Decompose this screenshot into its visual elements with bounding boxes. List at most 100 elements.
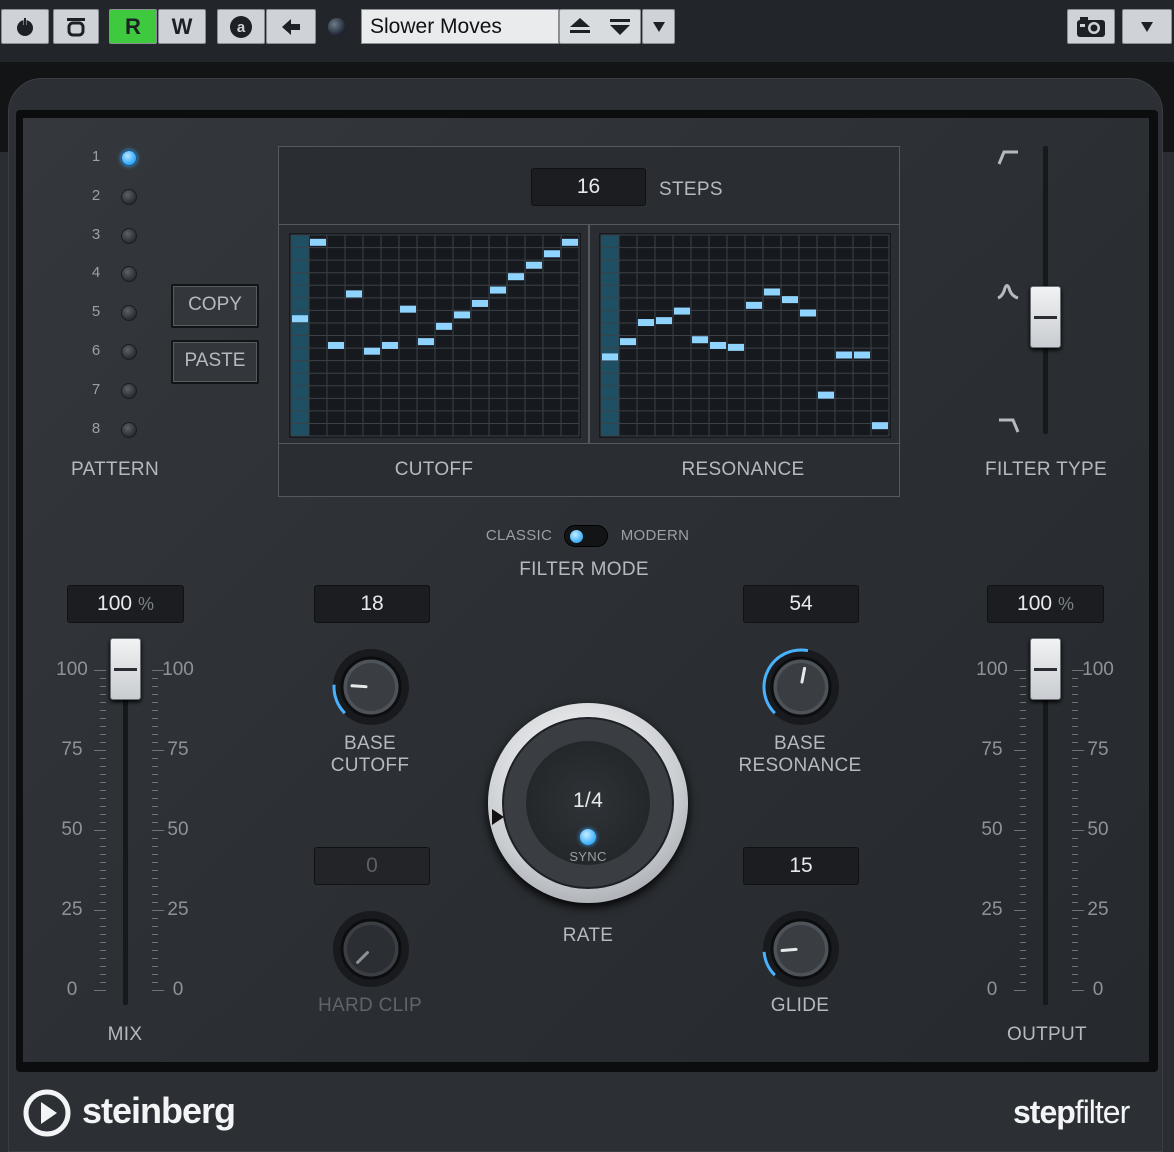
highpass-icon	[997, 150, 1018, 165]
resonance-step-12[interactable]	[800, 309, 816, 317]
scale-tick	[152, 886, 158, 887]
pattern-number-6: 6	[91, 342, 101, 359]
hard-clip-knob[interactable]	[330, 908, 412, 990]
svg-text:a: a	[237, 19, 246, 36]
grid-center-divider	[588, 225, 590, 444]
snapshot-button[interactable]	[1067, 9, 1115, 44]
resonance-step-5[interactable]	[674, 307, 690, 315]
output-fader-handle[interactable]	[1030, 638, 1061, 700]
resonance-step-15[interactable]	[854, 351, 870, 359]
host-menu-button[interactable]	[1122, 9, 1172, 44]
scale-tick	[152, 678, 158, 679]
cutoff-step-8[interactable]	[418, 338, 434, 346]
cutoff-step-7[interactable]	[400, 305, 416, 313]
resonance-step-3[interactable]	[638, 319, 654, 327]
cutoff-step-14[interactable]	[526, 261, 542, 269]
cutoff-step-13[interactable]	[508, 273, 524, 281]
pattern-led-8[interactable]	[121, 421, 137, 438]
sync-led[interactable]	[580, 829, 596, 845]
scale-tick	[1020, 950, 1026, 951]
power-button[interactable]	[1, 9, 49, 44]
resonance-step-11[interactable]	[782, 296, 798, 304]
copy-button[interactable]: COPY	[171, 284, 259, 328]
read-automation-button[interactable]: R	[109, 9, 157, 44]
previous-button[interactable]	[266, 9, 316, 44]
resonance-step-16[interactable]	[872, 422, 888, 430]
auto-button[interactable]: a	[217, 9, 265, 44]
product-name-bold: step	[1013, 1094, 1076, 1130]
preset-save-icon[interactable]	[608, 16, 632, 38]
filter-type-handle[interactable]	[1030, 286, 1061, 348]
preset-load-save-buttons[interactable]	[559, 9, 641, 44]
preset-load-icon[interactable]	[568, 16, 592, 38]
scale-tick	[1020, 862, 1026, 863]
cutoff-step-11[interactable]	[472, 299, 488, 307]
cutoff-step-3[interactable]	[328, 341, 344, 349]
base-cutoff-value[interactable]: 18	[314, 585, 430, 623]
cutoff-step-1[interactable]	[292, 315, 308, 323]
cutoff-step-2[interactable]	[310, 238, 326, 246]
resonance-step-8[interactable]	[728, 343, 744, 351]
scale-tick	[152, 758, 158, 759]
pattern-led-1[interactable]	[121, 150, 137, 166]
cutoff-step-grid[interactable]	[289, 233, 581, 438]
paste-button[interactable]: PASTE	[171, 340, 259, 384]
scale-tick	[100, 854, 106, 855]
cutoff-step-6[interactable]	[382, 341, 398, 349]
resonance-step-grid[interactable]	[599, 233, 891, 438]
cutoff-step-16[interactable]	[562, 238, 578, 246]
resonance-step-9[interactable]	[746, 301, 762, 309]
scale-tick	[1072, 902, 1078, 903]
pattern-led-3[interactable]	[121, 227, 137, 244]
hard-clip-value[interactable]: 0	[314, 847, 430, 885]
scale-tick	[152, 766, 158, 767]
output-fader-track[interactable]	[1043, 660, 1048, 1005]
preset-name-field[interactable]: Slower Moves	[361, 9, 559, 44]
cutoff-step-15[interactable]	[544, 250, 560, 258]
scale-tick	[1072, 694, 1078, 695]
cutoff-step-12[interactable]	[490, 286, 506, 294]
resonance-step-7[interactable]	[710, 341, 726, 349]
cutoff-step-9[interactable]	[436, 322, 452, 330]
scale-tick	[1020, 782, 1026, 783]
scale-tick	[1020, 718, 1026, 719]
resonance-step-6[interactable]	[692, 336, 708, 344]
base-resonance-value[interactable]: 54	[743, 585, 859, 623]
resonance-step-14[interactable]	[836, 351, 852, 359]
cutoff-step-10[interactable]	[454, 311, 470, 319]
scale-tick	[1020, 758, 1026, 759]
resonance-step-10[interactable]	[764, 288, 780, 296]
mix-fader-track[interactable]	[123, 660, 128, 1005]
cutoff-step-4[interactable]	[346, 290, 362, 298]
scale-tick	[1020, 870, 1026, 871]
base-resonance-knob[interactable]	[760, 646, 842, 728]
glide-value[interactable]: 15	[743, 847, 859, 885]
resonance-step-4[interactable]	[656, 317, 672, 325]
base-cutoff-knob[interactable]	[330, 646, 412, 728]
mix-value[interactable]: 100 %	[67, 585, 184, 623]
output-value[interactable]: 100 %	[987, 585, 1104, 623]
steps-value[interactable]: 16	[531, 168, 646, 206]
pattern-led-6[interactable]	[121, 344, 137, 360]
mix-scale-tick-label-l: 75	[61, 739, 83, 760]
pattern-number-2: 2	[91, 186, 101, 204]
scale-tick	[1072, 934, 1078, 935]
bypass-button[interactable]	[53, 9, 99, 44]
cutoff-step-5[interactable]	[364, 347, 380, 355]
resonance-step-1[interactable]	[602, 353, 618, 361]
pattern-number-1: 1	[91, 148, 101, 165]
resonance-step-2[interactable]	[620, 338, 636, 346]
mix-fader-handle[interactable]	[110, 638, 141, 700]
scale-tick	[152, 790, 158, 791]
pattern-led-2[interactable]	[121, 188, 137, 205]
resonance-step-13[interactable]	[818, 391, 834, 399]
write-automation-button[interactable]: W	[158, 9, 206, 44]
glide-knob[interactable]	[760, 908, 842, 990]
scale-tick	[1020, 918, 1026, 919]
filter-mode-toggle[interactable]	[564, 525, 608, 547]
preset-menu-button[interactable]	[642, 9, 675, 44]
scale-tick	[1072, 686, 1078, 687]
scale-tick	[1020, 790, 1026, 791]
pattern-led-7[interactable]	[121, 382, 137, 399]
scale-tick	[1072, 702, 1078, 703]
